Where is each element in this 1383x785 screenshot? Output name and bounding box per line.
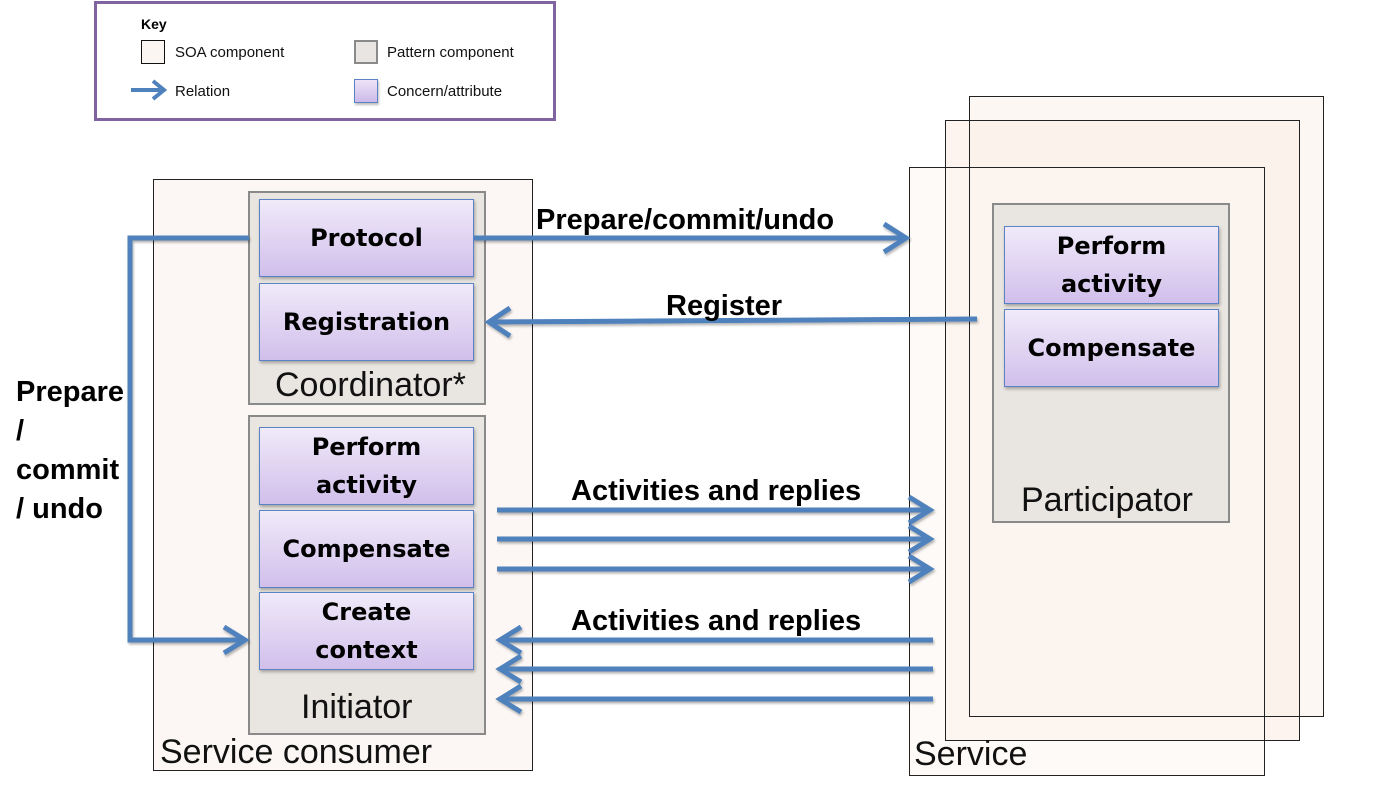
label-loop-line-1: Prepare — [16, 376, 125, 408]
label-activities-in: Activities and replies — [571, 605, 862, 637]
relation-loop-prepare-commit-undo — [127, 235, 249, 643]
label-loop-line-3: commit — [16, 454, 120, 486]
label-activities-out: Activities and replies — [571, 475, 862, 507]
label-prepare-commit-undo: Prepare/commit/undo — [536, 204, 835, 236]
label-register: Register — [666, 290, 783, 322]
label-loop-line-4: / undo — [16, 493, 103, 525]
label-loop: Prepare / commit / undo — [16, 373, 124, 529]
relations-layer — [127, 221, 978, 715]
label-loop-line-2: / — [16, 415, 25, 447]
